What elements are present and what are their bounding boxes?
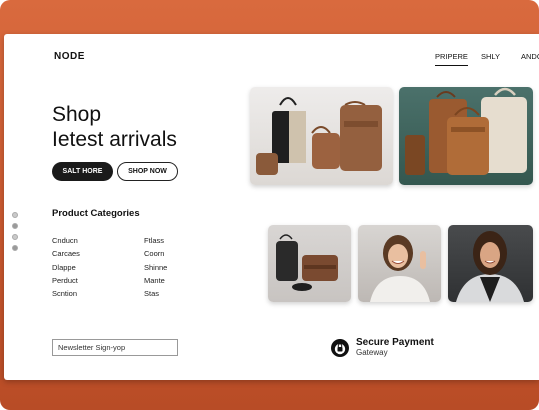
model-photo-2[interactable] [448, 225, 533, 302]
category-list-2: Ftlass Coorn Shinne Mante Stas [144, 236, 167, 302]
woman-portrait-photo [456, 231, 524, 302]
nav-item-3[interactable]: ANDO [521, 52, 539, 61]
product-image-accessories[interactable] [268, 225, 351, 302]
smiling-woman-photo [370, 235, 430, 302]
product-image-teal-bags[interactable] [399, 87, 533, 185]
category-link[interactable]: Carcaes [52, 249, 80, 262]
category-link[interactable]: Dlappe [52, 263, 80, 276]
carousel-dot[interactable] [12, 234, 18, 240]
category-link[interactable]: Cnducn [52, 236, 80, 249]
primary-cta-button[interactable]: SALT HORE [52, 162, 113, 181]
category-link[interactable]: Mante [144, 276, 167, 289]
bag-collection-illustration [256, 97, 382, 175]
hero-title: Shop Ietest arrivals [52, 102, 177, 152]
categories-heading: Product Categories [52, 208, 140, 219]
category-list-1: Cnducn Carcaes Dlappe Perduct Scntion [52, 236, 80, 302]
secure-payment-title: Secure Payment [356, 337, 434, 348]
carousel-dots[interactable] [12, 212, 18, 256]
category-link[interactable]: Stas [144, 289, 167, 302]
web-page: NODE PRIPERE SHLY ANDO Shop Ietest arriv… [4, 34, 539, 380]
category-link[interactable]: Coorn [144, 249, 167, 262]
hero-title-line-1: Shop [52, 103, 102, 126]
brand-logo[interactable]: NODE [54, 51, 85, 62]
lock-shield-icon [331, 338, 349, 357]
carousel-dot-active[interactable] [12, 223, 18, 229]
accessories-illustration [276, 234, 338, 291]
secure-payment-badge: Secure Payment Gateway [330, 337, 434, 358]
tote-bags-illustration [405, 87, 527, 175]
secure-payment-subtitle: Gateway [356, 348, 388, 357]
product-image-bags[interactable] [250, 87, 393, 185]
category-link[interactable]: Ftlass [144, 236, 167, 249]
category-link[interactable]: Scntion [52, 289, 80, 302]
category-link[interactable]: Shinne [144, 263, 167, 276]
carousel-dot[interactable] [12, 245, 18, 251]
carousel-dot[interactable] [12, 212, 18, 218]
nav-item-1[interactable]: PRIPERE [435, 52, 468, 66]
newsletter-input[interactable]: Newsletter Sign-yop [52, 339, 178, 356]
hero-title-line-2: Ietest arrivals [52, 128, 177, 151]
category-link[interactable]: Perduct [52, 276, 80, 289]
model-photo-1[interactable] [358, 225, 441, 302]
shop-now-button[interactable]: SHOP NOW [117, 162, 178, 181]
nav-item-2[interactable]: SHLY [481, 52, 500, 61]
